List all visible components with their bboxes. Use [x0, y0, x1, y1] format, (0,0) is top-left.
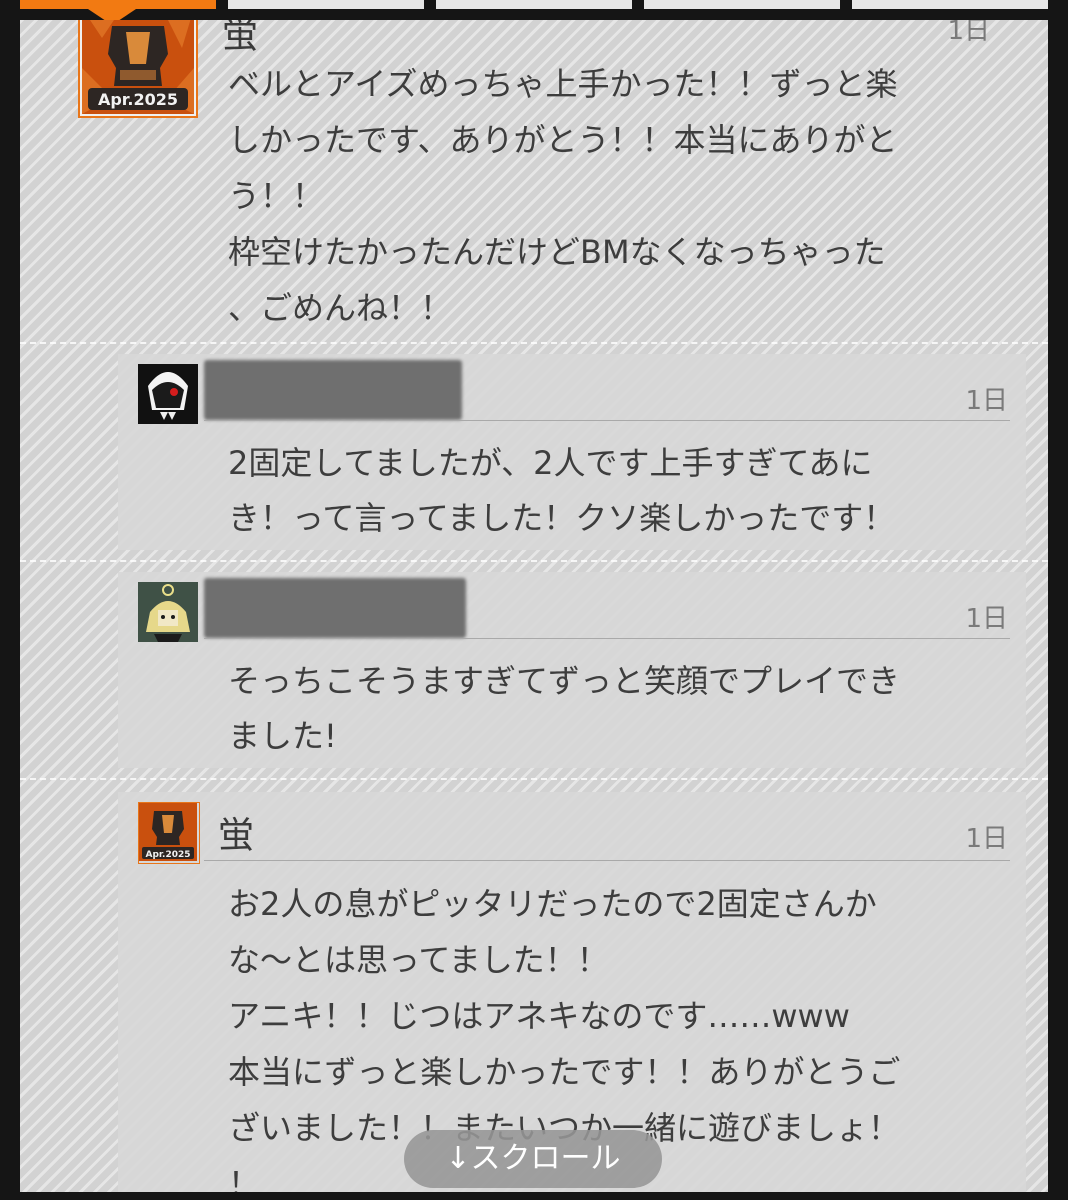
comment-thread-panel[interactable]: Apr.2025 蛍 1日 ベルとアイズめっちゃ上手かった！！ずっと楽 しかった… — [20, 20, 1048, 1192]
svg-text:Apr.2025: Apr.2025 — [98, 90, 178, 109]
reply-timestamp: 1日 — [965, 386, 1008, 416]
main-post-body: ベルとアイズめっちゃ上手かった！！ずっと楽 しかったです、ありがとう！！本当にあ… — [228, 65, 898, 327]
reply-avatar[interactable] — [138, 364, 198, 424]
main-post-author-name[interactable]: 蛍 — [222, 20, 258, 58]
reply-author-name[interactable]: 蛍 — [218, 806, 254, 858]
reply-header-rule — [204, 860, 1010, 861]
redacted-author-name — [204, 360, 462, 420]
post-divider — [20, 342, 1048, 344]
top-tab-strip — [0, 0, 1068, 25]
post-divider — [20, 778, 1048, 780]
reply-avatar[interactable] — [138, 582, 198, 642]
tab-4[interactable] — [644, 0, 840, 9]
reply-header-rule — [204, 638, 1010, 639]
scroll-down-button[interactable]: ↓スクロール — [404, 1130, 662, 1188]
reply-timestamp: 1日 — [965, 824, 1008, 854]
reply-header-rule — [204, 420, 1010, 421]
bottom-edge — [0, 1192, 1068, 1200]
reply-card: 1日 そっちこそうますぎてずっと笑顔でプレイでき ました! — [118, 572, 1026, 768]
reply-body: 2固定してましたが、2人です上手すぎてあに き！って言ってました！クソ楽しかった… — [228, 444, 896, 537]
tab-3[interactable] — [436, 0, 632, 9]
reply-body: そっちこそうますぎてずっと笑顔でプレイでき ました! — [228, 662, 901, 755]
main-post-timestamp: 1日 — [947, 20, 990, 46]
reply-avatar[interactable]: Apr.2025 — [138, 802, 200, 864]
reply-card: 1日 2固定してましたが、2人です上手すぎてあに き！って言ってました！クソ楽し… — [118, 354, 1026, 550]
main-post-avatar[interactable]: Apr.2025 — [78, 20, 198, 118]
tab-active[interactable] — [20, 0, 216, 9]
redacted-author-name — [204, 578, 466, 638]
svg-text:Apr.2025: Apr.2025 — [145, 850, 190, 860]
post-divider — [20, 560, 1048, 562]
tab-2[interactable] — [228, 0, 424, 9]
tab-5[interactable] — [852, 0, 1048, 9]
reply-timestamp: 1日 — [965, 604, 1008, 634]
